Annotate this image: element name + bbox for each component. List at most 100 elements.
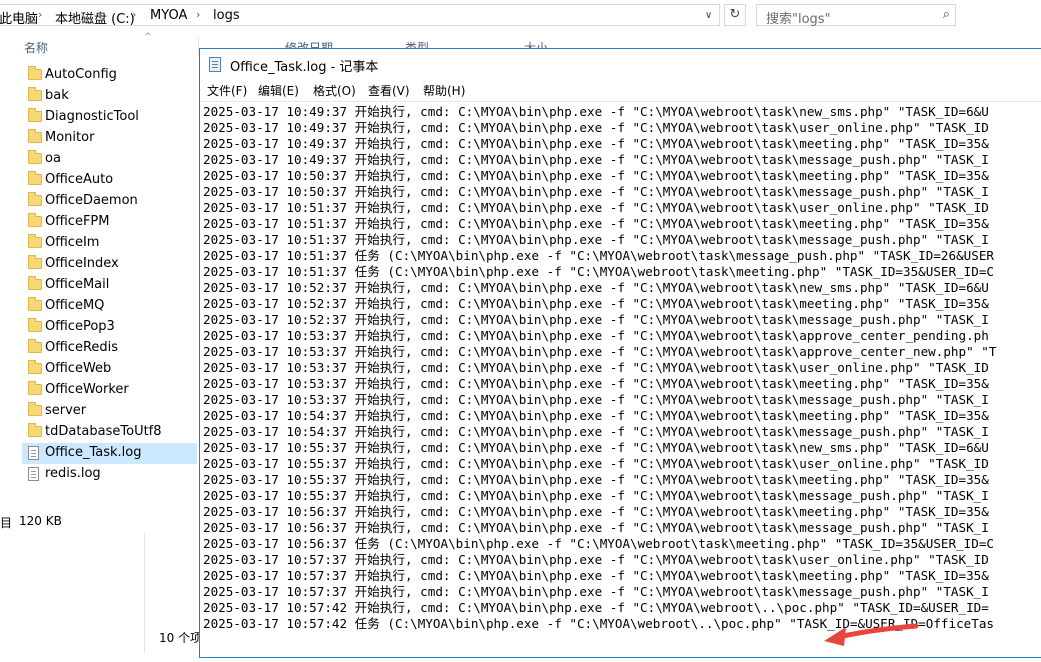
log-line: 2025-03-17 10:53:37 开始执行, cmd: C:\MYOA\b… [203, 360, 989, 375]
breadcrumb-separator-icon[interactable]: › [132, 8, 136, 21]
file-name: Office_Task.log [45, 445, 142, 460]
menu-file[interactable]: 文件(F) [207, 82, 247, 99]
folder-icon [28, 276, 42, 290]
folder-item[interactable]: OfficeFPM [22, 212, 197, 233]
breadcrumb-logs[interactable]: logs [213, 8, 240, 23]
log-line: 2025-03-17 10:55:37 开始执行, cmd: C:\MYOA\b… [203, 488, 989, 503]
folder-item[interactable]: OfficeMail [22, 275, 197, 296]
file-name: tdDatabaseToUtf8 [45, 424, 162, 439]
chevron-down-icon[interactable]: ∨ [705, 10, 712, 21]
menu-format[interactable]: 格式(O) [313, 82, 356, 99]
folder-item[interactable]: OfficeMQ [22, 296, 197, 317]
file-name: OfficeAuto [45, 172, 114, 187]
notepad-title-bar[interactable]: Office_Task.log - 记事本 [200, 49, 1041, 79]
log-line: 2025-03-17 10:49:37 开始执行, cmd: C:\MYOA\b… [203, 152, 989, 167]
folder-item[interactable]: DiagnosticTool [22, 107, 197, 128]
breadcrumb-this-pc[interactable]: 此电脑 [0, 8, 38, 27]
file-item[interactable]: redis.log [22, 464, 197, 485]
log-line: 2025-03-17 10:55:37 开始执行, cmd: C:\MYOA\b… [203, 472, 989, 487]
folder-item[interactable]: bak [22, 86, 197, 107]
file-name: DiagnosticTool [45, 109, 139, 124]
log-line: 2025-03-17 10:56:37 开始执行, cmd: C:\MYOA\b… [203, 520, 989, 535]
sort-ascending-icon: ^ [144, 32, 152, 42]
file-name: bak [45, 88, 69, 103]
file-name: OfficeWorker [45, 382, 129, 397]
log-line: 2025-03-17 10:51:37 任务 (C:\MYOA\bin\php.… [203, 248, 994, 263]
status-selected-size: 120 KB [19, 514, 62, 528]
status-bar: 目 120 KB [0, 512, 200, 530]
text-editor-area[interactable]: 2025-03-17 10:49:37 开始执行, cmd: C:\MYOA\b… [200, 101, 1041, 662]
log-line: 2025-03-17 10:51:37 任务 (C:\MYOA\bin\php.… [203, 264, 994, 279]
folder-item[interactable]: OfficePop3 [22, 317, 197, 338]
file-name: OfficePop3 [45, 319, 115, 334]
folder-icon [28, 423, 42, 437]
folder-icon [28, 171, 42, 185]
search-icon[interactable]: ⌕ [943, 7, 950, 22]
search-input[interactable]: 搜索"logs" ⌕ [756, 4, 956, 27]
log-line: 2025-03-17 10:53:37 开始执行, cmd: C:\MYOA\b… [203, 376, 989, 391]
folder-icon [28, 297, 42, 311]
folder-item[interactable]: AutoConfig [22, 65, 197, 86]
log-line: 2025-03-17 10:51:37 开始执行, cmd: C:\MYOA\b… [203, 216, 989, 231]
folder-item[interactable]: OfficeRedis [22, 338, 197, 359]
file-name: Monitor [45, 130, 95, 145]
folder-item[interactable]: OfficeIndex [22, 254, 197, 275]
column-name[interactable]: 名称 [24, 39, 48, 56]
red-arrow-annotation [824, 623, 919, 646]
breadcrumb-separator-icon[interactable]: › [38, 8, 42, 21]
folder-icon [28, 108, 42, 122]
lower-window-fragment: 10 个项 [144, 533, 203, 652]
folder-icon [28, 150, 42, 164]
breadcrumb-local-disk[interactable]: 本地磁盘 (C:) [55, 8, 135, 27]
folder-icon [28, 381, 42, 395]
log-line: 2025-03-17 10:53:37 开始执行, cmd: C:\MYOA\b… [203, 344, 997, 359]
menu-help[interactable]: 帮助(H) [423, 82, 465, 99]
log-line: 2025-03-17 10:51:37 开始执行, cmd: C:\MYOA\b… [203, 200, 989, 215]
log-line: 2025-03-17 10:49:37 开始执行, cmd: C:\MYOA\b… [203, 104, 989, 119]
refresh-icon: ↻ [729, 7, 741, 22]
menu-bar: 文件(F) 编辑(E) 格式(O) 查看(V) 帮助(H) [200, 80, 1041, 100]
breadcrumb-myoa[interactable]: MYOA [150, 8, 187, 23]
log-line: 2025-03-17 10:57:37 开始执行, cmd: C:\MYOA\b… [203, 584, 989, 599]
folder-item[interactable]: oa [22, 149, 197, 170]
refresh-button[interactable]: ↻ [724, 4, 746, 26]
log-line: 2025-03-17 10:57:37 开始执行, cmd: C:\MYOA\b… [203, 552, 989, 567]
folder-icon [28, 402, 42, 416]
notepad-icon [209, 57, 221, 72]
folder-icon [28, 66, 42, 80]
folder-item[interactable]: OfficeIm [22, 233, 197, 254]
notepad-window[interactable]: Office_Task.log - 记事本 文件(F) 编辑(E) 格式(O) … [199, 48, 1041, 658]
folder-icon [28, 234, 42, 248]
folder-item[interactable]: tdDatabaseToUtf8 [22, 422, 197, 443]
file-name: OfficeIndex [45, 256, 119, 271]
folder-item[interactable]: OfficeAuto [22, 170, 197, 191]
folder-item[interactable]: OfficeDaemon [22, 191, 197, 212]
folder-item[interactable]: Monitor [22, 128, 197, 149]
folder-item[interactable]: OfficeWorker [22, 380, 197, 401]
log-line: 2025-03-17 10:56:37 开始执行, cmd: C:\MYOA\b… [203, 504, 989, 519]
folder-item[interactable]: OfficeWeb [22, 359, 197, 380]
address-bar-row: 此电脑 › 本地磁盘 (C:) › MYOA › logs ∨ ↻ 搜索"log… [0, 0, 1041, 31]
breadcrumb-separator-icon[interactable]: › [196, 8, 200, 21]
file-item[interactable]: Office_Task.log [22, 443, 197, 464]
file-name: server [45, 403, 87, 418]
notepad-title: Office_Task.log - 记事本 [230, 60, 379, 75]
file-name: OfficeDaemon [45, 193, 138, 208]
log-line: 2025-03-17 10:50:37 开始执行, cmd: C:\MYOA\b… [203, 184, 989, 199]
log-line: 2025-03-17 10:55:37 开始执行, cmd: C:\MYOA\b… [203, 456, 989, 471]
status-selected-label: 目 [0, 516, 13, 530]
folder-icon [28, 87, 42, 101]
log-line: 2025-03-17 10:56:37 任务 (C:\MYOA\bin\php.… [203, 536, 994, 551]
folder-item[interactable]: server [22, 401, 197, 422]
menu-edit[interactable]: 编辑(E) [258, 82, 299, 99]
address-bar[interactable]: 此电脑 › 本地磁盘 (C:) › MYOA › logs ∨ [0, 4, 720, 27]
folder-icon [28, 255, 42, 269]
file-name: OfficeIm [45, 235, 100, 250]
menu-view[interactable]: 查看(V) [368, 82, 410, 99]
item-count: 10 个项 [159, 631, 203, 645]
log-line: 2025-03-17 10:54:37 开始执行, cmd: C:\MYOA\b… [203, 408, 989, 423]
log-line: 2025-03-17 10:50:37 开始执行, cmd: C:\MYOA\b… [203, 168, 989, 183]
file-name: OfficeRedis [45, 340, 119, 355]
folder-icon [28, 339, 42, 353]
log-line: 2025-03-17 10:55:37 开始执行, cmd: C:\MYOA\b… [203, 440, 989, 455]
